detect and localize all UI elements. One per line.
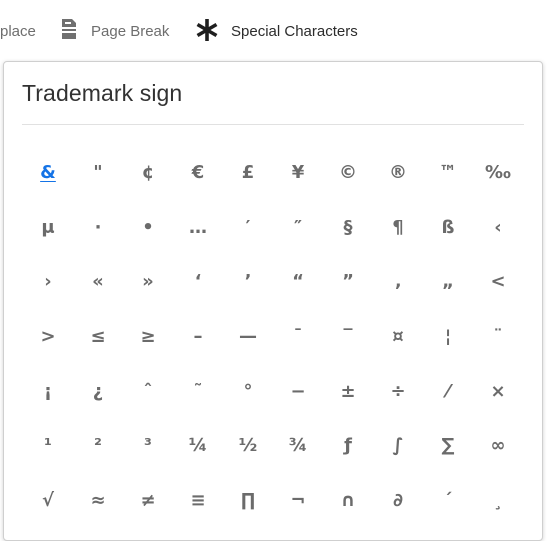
character-cell[interactable]: – bbox=[173, 309, 223, 364]
character-cell[interactable]: ∑ bbox=[423, 418, 473, 473]
character-cell[interactable]: „ bbox=[423, 254, 473, 309]
character-cell[interactable]: ™ bbox=[423, 145, 473, 200]
character-cell[interactable]: ÷ bbox=[373, 364, 423, 419]
character-cell[interactable]: √ bbox=[23, 473, 73, 528]
character-cell[interactable]: » bbox=[123, 254, 173, 309]
character-cell[interactable]: — bbox=[223, 309, 273, 364]
character-cell[interactable]: − bbox=[273, 364, 323, 419]
character-grid: & " ¢ € £ ¥ © ® ™ ‰ μ · •… ′ ″ § ¶ ß ‹ › «» ‘’ “” ‚ „ < > ≤ ≥ – — ¯ ‾ ¤ ¦ ¨… bbox=[23, 145, 523, 528]
character-cell[interactable]: ≤ bbox=[73, 309, 123, 364]
character-cell[interactable]: £ bbox=[223, 145, 273, 200]
character-cell[interactable]: ± bbox=[323, 364, 373, 419]
character-cell[interactable]: • bbox=[123, 200, 173, 255]
character-cell[interactable]: ½ bbox=[223, 418, 273, 473]
character-cell[interactable]: ‚ bbox=[373, 254, 423, 309]
character-cell[interactable]: > bbox=[23, 309, 73, 364]
special-characters-label: Special Characters bbox=[231, 22, 358, 40]
character-cell[interactable]: ’ bbox=[223, 254, 273, 309]
character-cell[interactable]: … bbox=[173, 200, 223, 255]
page-break-icon bbox=[60, 18, 78, 44]
character-cell[interactable]: ‰ bbox=[473, 145, 523, 200]
character-cell[interactable]: ≈ bbox=[73, 473, 123, 528]
character-cell[interactable]: ² bbox=[73, 418, 123, 473]
character-cell[interactable]: " bbox=[73, 145, 123, 200]
character-cell[interactable]: ∂ bbox=[373, 473, 423, 528]
character-cell[interactable]: ¨ bbox=[473, 309, 523, 364]
character-cell[interactable]: ¸ bbox=[473, 473, 523, 528]
character-cell[interactable]: ¶ bbox=[373, 200, 423, 255]
character-cell[interactable]: ¿ bbox=[73, 364, 123, 419]
character-cell[interactable]: ⁄ bbox=[423, 364, 473, 419]
find-replace-button[interactable]: place bbox=[0, 18, 36, 44]
character-cell[interactable]: ¬ bbox=[273, 473, 323, 528]
page-break-label: Page Break bbox=[91, 22, 170, 40]
character-cell[interactable]: × bbox=[473, 364, 523, 419]
character-cell[interactable]: ¹ bbox=[23, 418, 73, 473]
character-cell[interactable]: ≥ bbox=[123, 309, 173, 364]
character-cell[interactable]: ˆ bbox=[123, 364, 173, 419]
character-cell[interactable]: ‾ bbox=[323, 309, 373, 364]
character-cell[interactable]: ® bbox=[373, 145, 423, 200]
page-break-button[interactable]: Page Break bbox=[60, 18, 169, 44]
asterisk-icon bbox=[196, 18, 218, 44]
character-cell[interactable]: ¢ bbox=[123, 145, 173, 200]
character-cell[interactable]: μ bbox=[23, 200, 73, 255]
character-cell[interactable]: ≠ bbox=[123, 473, 173, 528]
character-cell[interactable]: ¦ bbox=[423, 309, 473, 364]
character-cell[interactable]: ´ bbox=[423, 473, 473, 528]
character-cell[interactable]: ∫ bbox=[373, 418, 423, 473]
character-cell[interactable]: ‹ bbox=[473, 200, 523, 255]
character-cell[interactable]: € bbox=[173, 145, 223, 200]
divider bbox=[22, 124, 524, 125]
character-cell[interactable]: ′ bbox=[223, 200, 273, 255]
character-cell[interactable]: “ bbox=[273, 254, 323, 309]
character-cell[interactable]: ∞ bbox=[473, 418, 523, 473]
character-cell[interactable]: ∏ bbox=[223, 473, 273, 528]
character-cell[interactable]: › bbox=[23, 254, 73, 309]
character-cell[interactable]: ¾ bbox=[273, 418, 323, 473]
character-cell[interactable]: ³ bbox=[123, 418, 173, 473]
character-cell[interactable]: ƒ bbox=[323, 418, 373, 473]
character-cell[interactable]: ″ bbox=[273, 200, 323, 255]
character-cell[interactable]: ¥ bbox=[273, 145, 323, 200]
special-characters-button[interactable]: Special Characters bbox=[196, 18, 358, 44]
special-characters-popover: Trademark sign & " ¢ € £ ¥ © ® ™ ‰ μ · •… ′ ″ § ¶ ß ‹ › «» ‘’… bbox=[3, 61, 543, 541]
find-replace-label: place bbox=[0, 22, 36, 40]
character-cell[interactable]: & bbox=[23, 145, 73, 200]
character-cell[interactable]: ≡ bbox=[173, 473, 223, 528]
character-cell[interactable]: ¯ bbox=[273, 309, 323, 364]
character-cell[interactable]: < bbox=[473, 254, 523, 309]
character-cell[interactable]: ¼ bbox=[173, 418, 223, 473]
character-cell[interactable]: ∩ bbox=[323, 473, 373, 528]
character-cell[interactable]: ” bbox=[323, 254, 373, 309]
toolbar: place Page Break Special Characters bbox=[0, 0, 549, 60]
popover-title: Trademark sign bbox=[22, 80, 183, 106]
character-cell[interactable]: ˜ bbox=[173, 364, 223, 419]
character-cell[interactable]: · bbox=[73, 200, 123, 255]
character-cell[interactable]: « bbox=[73, 254, 123, 309]
character-cell[interactable]: ° bbox=[223, 364, 273, 419]
character-cell[interactable]: © bbox=[323, 145, 373, 200]
character-cell[interactable]: ‘ bbox=[173, 254, 223, 309]
character-cell[interactable]: ¤ bbox=[373, 309, 423, 364]
character-cell[interactable]: ß bbox=[423, 200, 473, 255]
character-cell[interactable]: § bbox=[323, 200, 373, 255]
character-cell[interactable]: ¡ bbox=[23, 364, 73, 419]
